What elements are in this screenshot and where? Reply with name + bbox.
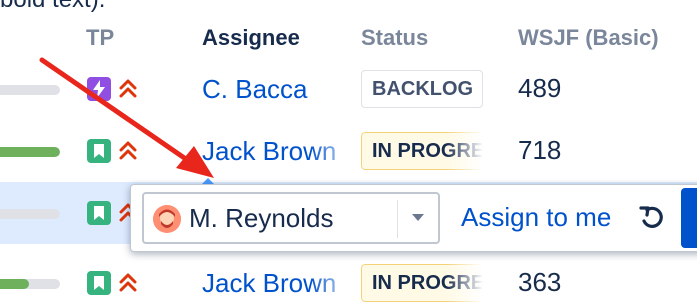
progress-bar: [0, 147, 60, 157]
chevron-down-icon[interactable]: [412, 214, 424, 221]
double-chevron-up-icon: [119, 141, 137, 160]
progress-bar: [0, 279, 60, 289]
double-chevron-up-icon: [119, 273, 137, 292]
progress-fill: [0, 279, 29, 289]
header-assignee[interactable]: Assignee: [202, 22, 300, 54]
select-divider: [397, 200, 398, 238]
table-header: TP Assignee Status WSJF (Basic): [0, 22, 697, 62]
save-button[interactable]: [681, 188, 697, 248]
avatar: [153, 205, 181, 233]
issue-table-screenshot: bold text). TP Assignee Status WSJF (Bas…: [0, 0, 697, 307]
header-wsjf[interactable]: WSJF (Basic): [518, 22, 659, 54]
bookmark-icon[interactable]: [87, 139, 111, 163]
table-row[interactable]: Jack Brown IN PROGRESS 363: [0, 252, 697, 307]
wsjf-value: 363: [518, 267, 562, 297]
assignee-link[interactable]: C. Bacca: [202, 72, 357, 106]
assignee-select[interactable]: M. Reynolds: [142, 192, 440, 244]
selected-assignee: M. Reynolds: [189, 203, 334, 233]
assignee-editor-popup: M. Reynolds Assign to me: [130, 184, 697, 252]
table-row[interactable]: Jack Brown IN PROGRESS 718: [0, 120, 697, 182]
progress-bar: [0, 209, 60, 219]
assign-to-me-link[interactable]: Assign to me: [461, 200, 611, 234]
double-chevron-up-icon: [119, 79, 137, 98]
table-row[interactable]: C. Bacca BACKLOG 489: [0, 58, 697, 120]
wsjf-value: 489: [518, 73, 562, 103]
header-tp[interactable]: TP: [86, 22, 114, 54]
intro-text: bold text).: [0, 0, 105, 14]
wsjf-value: 718: [518, 135, 562, 165]
lightning-icon[interactable]: [87, 77, 111, 101]
header-status[interactable]: Status: [361, 22, 428, 54]
assignee-link[interactable]: Jack Brown: [202, 266, 357, 300]
progress-fill: [0, 147, 60, 157]
status-badge[interactable]: IN PROGRESS: [361, 264, 483, 302]
status-badge[interactable]: BACKLOG: [361, 70, 483, 108]
assignee-link[interactable]: Jack Brown: [202, 134, 357, 168]
bookmark-icon[interactable]: [87, 271, 111, 295]
progress-bar: [0, 85, 60, 95]
undo-icon[interactable]: [638, 204, 666, 232]
bookmark-icon[interactable]: [87, 201, 111, 225]
status-badge[interactable]: IN PROGRESS: [361, 132, 483, 170]
